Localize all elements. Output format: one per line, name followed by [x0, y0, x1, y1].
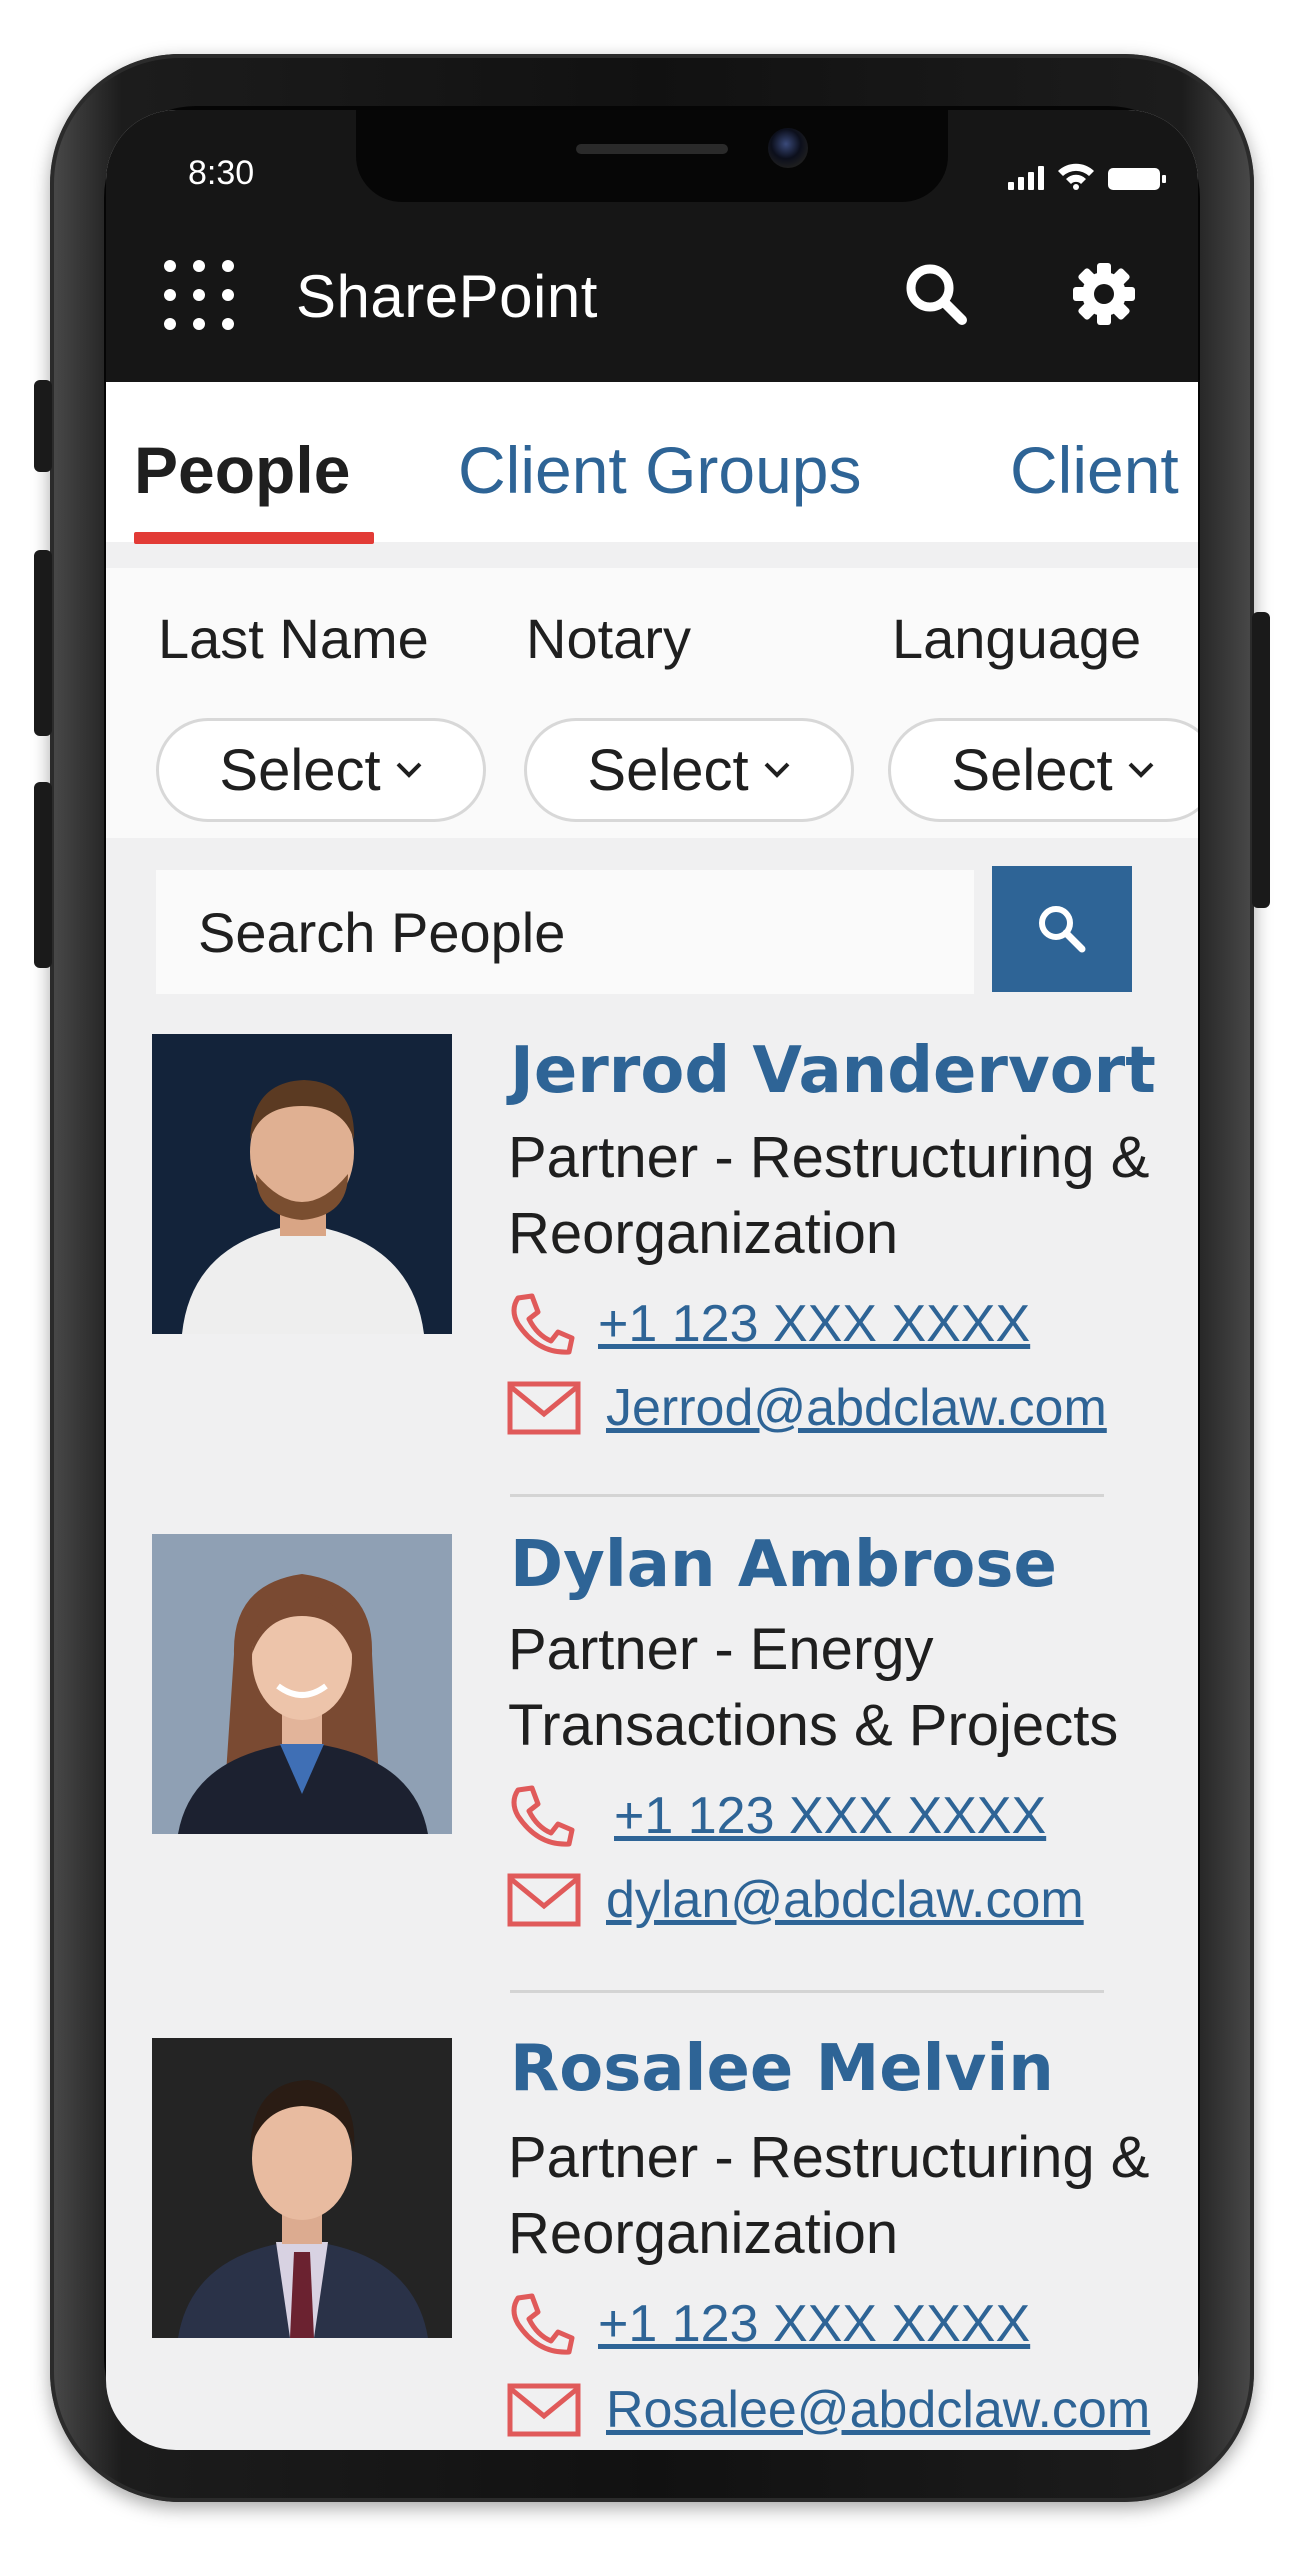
phone-row: +1 123 XXX XXXX	[506, 1780, 1046, 1852]
last-name-select[interactable]: Select	[156, 718, 486, 822]
person-name[interactable]: Jerrod Vandervort	[510, 1034, 1156, 1108]
person-title: Partner - Restructuring & Reorganization	[508, 2125, 1150, 2266]
chevron-down-icon	[396, 762, 422, 778]
tab-client-groups[interactable]: Client Groups	[458, 432, 862, 508]
language-select-value: Select	[951, 737, 1113, 803]
language-select[interactable]: Select	[888, 718, 1198, 822]
person-photo-rosalee	[152, 2038, 452, 2338]
email-link[interactable]: Jerrod@abdclaw.com	[606, 1378, 1107, 1438]
person-photo-dylan	[152, 1534, 452, 1834]
phone-icon	[511, 1785, 575, 1847]
phone-link[interactable]: +1 123 XXX XXXX	[614, 1786, 1046, 1846]
status-time: 8:30	[188, 154, 255, 192]
person-name[interactable]: Rosalee Melvin	[510, 2032, 1054, 2106]
mail-icon	[507, 2383, 581, 2437]
mail-icon	[507, 1381, 581, 1435]
chevron-down-icon	[1128, 762, 1154, 778]
chevron-down-icon	[764, 762, 790, 778]
status-bar: 8:30	[106, 110, 1198, 202]
phone-row: +1 123 XXX XXXX	[506, 2288, 1030, 2360]
status-icons	[1008, 160, 1166, 190]
notary-select-value: Select	[587, 737, 749, 803]
tab-people[interactable]: People	[134, 432, 350, 508]
search-people-button[interactable]	[992, 866, 1132, 992]
search-people-input[interactable]	[156, 870, 974, 994]
last-name-select-value: Select	[219, 737, 381, 803]
phone-row: +1 123 XXX XXXX	[506, 1288, 1030, 1360]
email-row: dylan@abdclaw.com	[506, 1870, 1084, 1930]
app-launcher-icon[interactable]	[156, 252, 242, 338]
app-title: SharePoint	[296, 263, 598, 330]
filter-label-language: Language	[892, 607, 1142, 670]
search-icon	[906, 264, 967, 325]
phone-icon	[511, 1293, 575, 1355]
filter-label-last-name: Last Name	[158, 607, 429, 670]
cellular-signal-icon	[1008, 166, 1044, 190]
tab-client[interactable]: Client	[1010, 432, 1179, 508]
battery-icon	[1108, 168, 1166, 190]
email-link[interactable]: dylan@abdclaw.com	[606, 1870, 1084, 1930]
filter-bar: Last Name Notary Language Select Select …	[106, 568, 1198, 838]
volume-down-button	[34, 782, 52, 968]
screen: 8:30 SharePoint People Client Groups Cli…	[106, 110, 1198, 2450]
email-link[interactable]: Rosalee@abdclaw.com	[606, 2380, 1150, 2440]
speaker-grille	[576, 144, 728, 154]
gear-icon	[1073, 263, 1135, 325]
filter-label-notary: Notary	[526, 607, 691, 670]
phone-link[interactable]: +1 123 XXX XXXX	[598, 2294, 1030, 2354]
divider	[510, 1990, 1104, 1993]
front-camera	[768, 128, 808, 168]
app-bar: SharePoint	[106, 202, 1198, 382]
notch	[356, 110, 948, 202]
mute-switch	[34, 380, 52, 472]
volume-up-button	[34, 550, 52, 736]
divider	[510, 1494, 1104, 1497]
person-title: Partner - Restructuring & Reorganization	[508, 1125, 1150, 1266]
settings-button[interactable]	[1064, 254, 1144, 334]
phone-link[interactable]: +1 123 XXX XXXX	[598, 1294, 1030, 1354]
email-row: Rosalee@abdclaw.com	[506, 2380, 1150, 2440]
person-title: Partner - Energy Transactions & Projects	[508, 1617, 1119, 1758]
search-button[interactable]	[896, 254, 976, 334]
active-tab-indicator	[134, 532, 374, 544]
email-row: Jerrod@abdclaw.com	[506, 1378, 1107, 1438]
mail-icon	[507, 1873, 581, 1927]
person-photo-jerrod	[152, 1034, 452, 1334]
power-button	[1252, 612, 1270, 908]
phone-icon	[511, 2293, 575, 2355]
tab-bar: People Client Groups Client	[106, 382, 1198, 544]
search-icon	[1039, 906, 1086, 953]
person-name[interactable]: Dylan Ambrose	[510, 1528, 1057, 1602]
wifi-icon	[1058, 163, 1094, 190]
notary-select[interactable]: Select	[524, 718, 854, 822]
